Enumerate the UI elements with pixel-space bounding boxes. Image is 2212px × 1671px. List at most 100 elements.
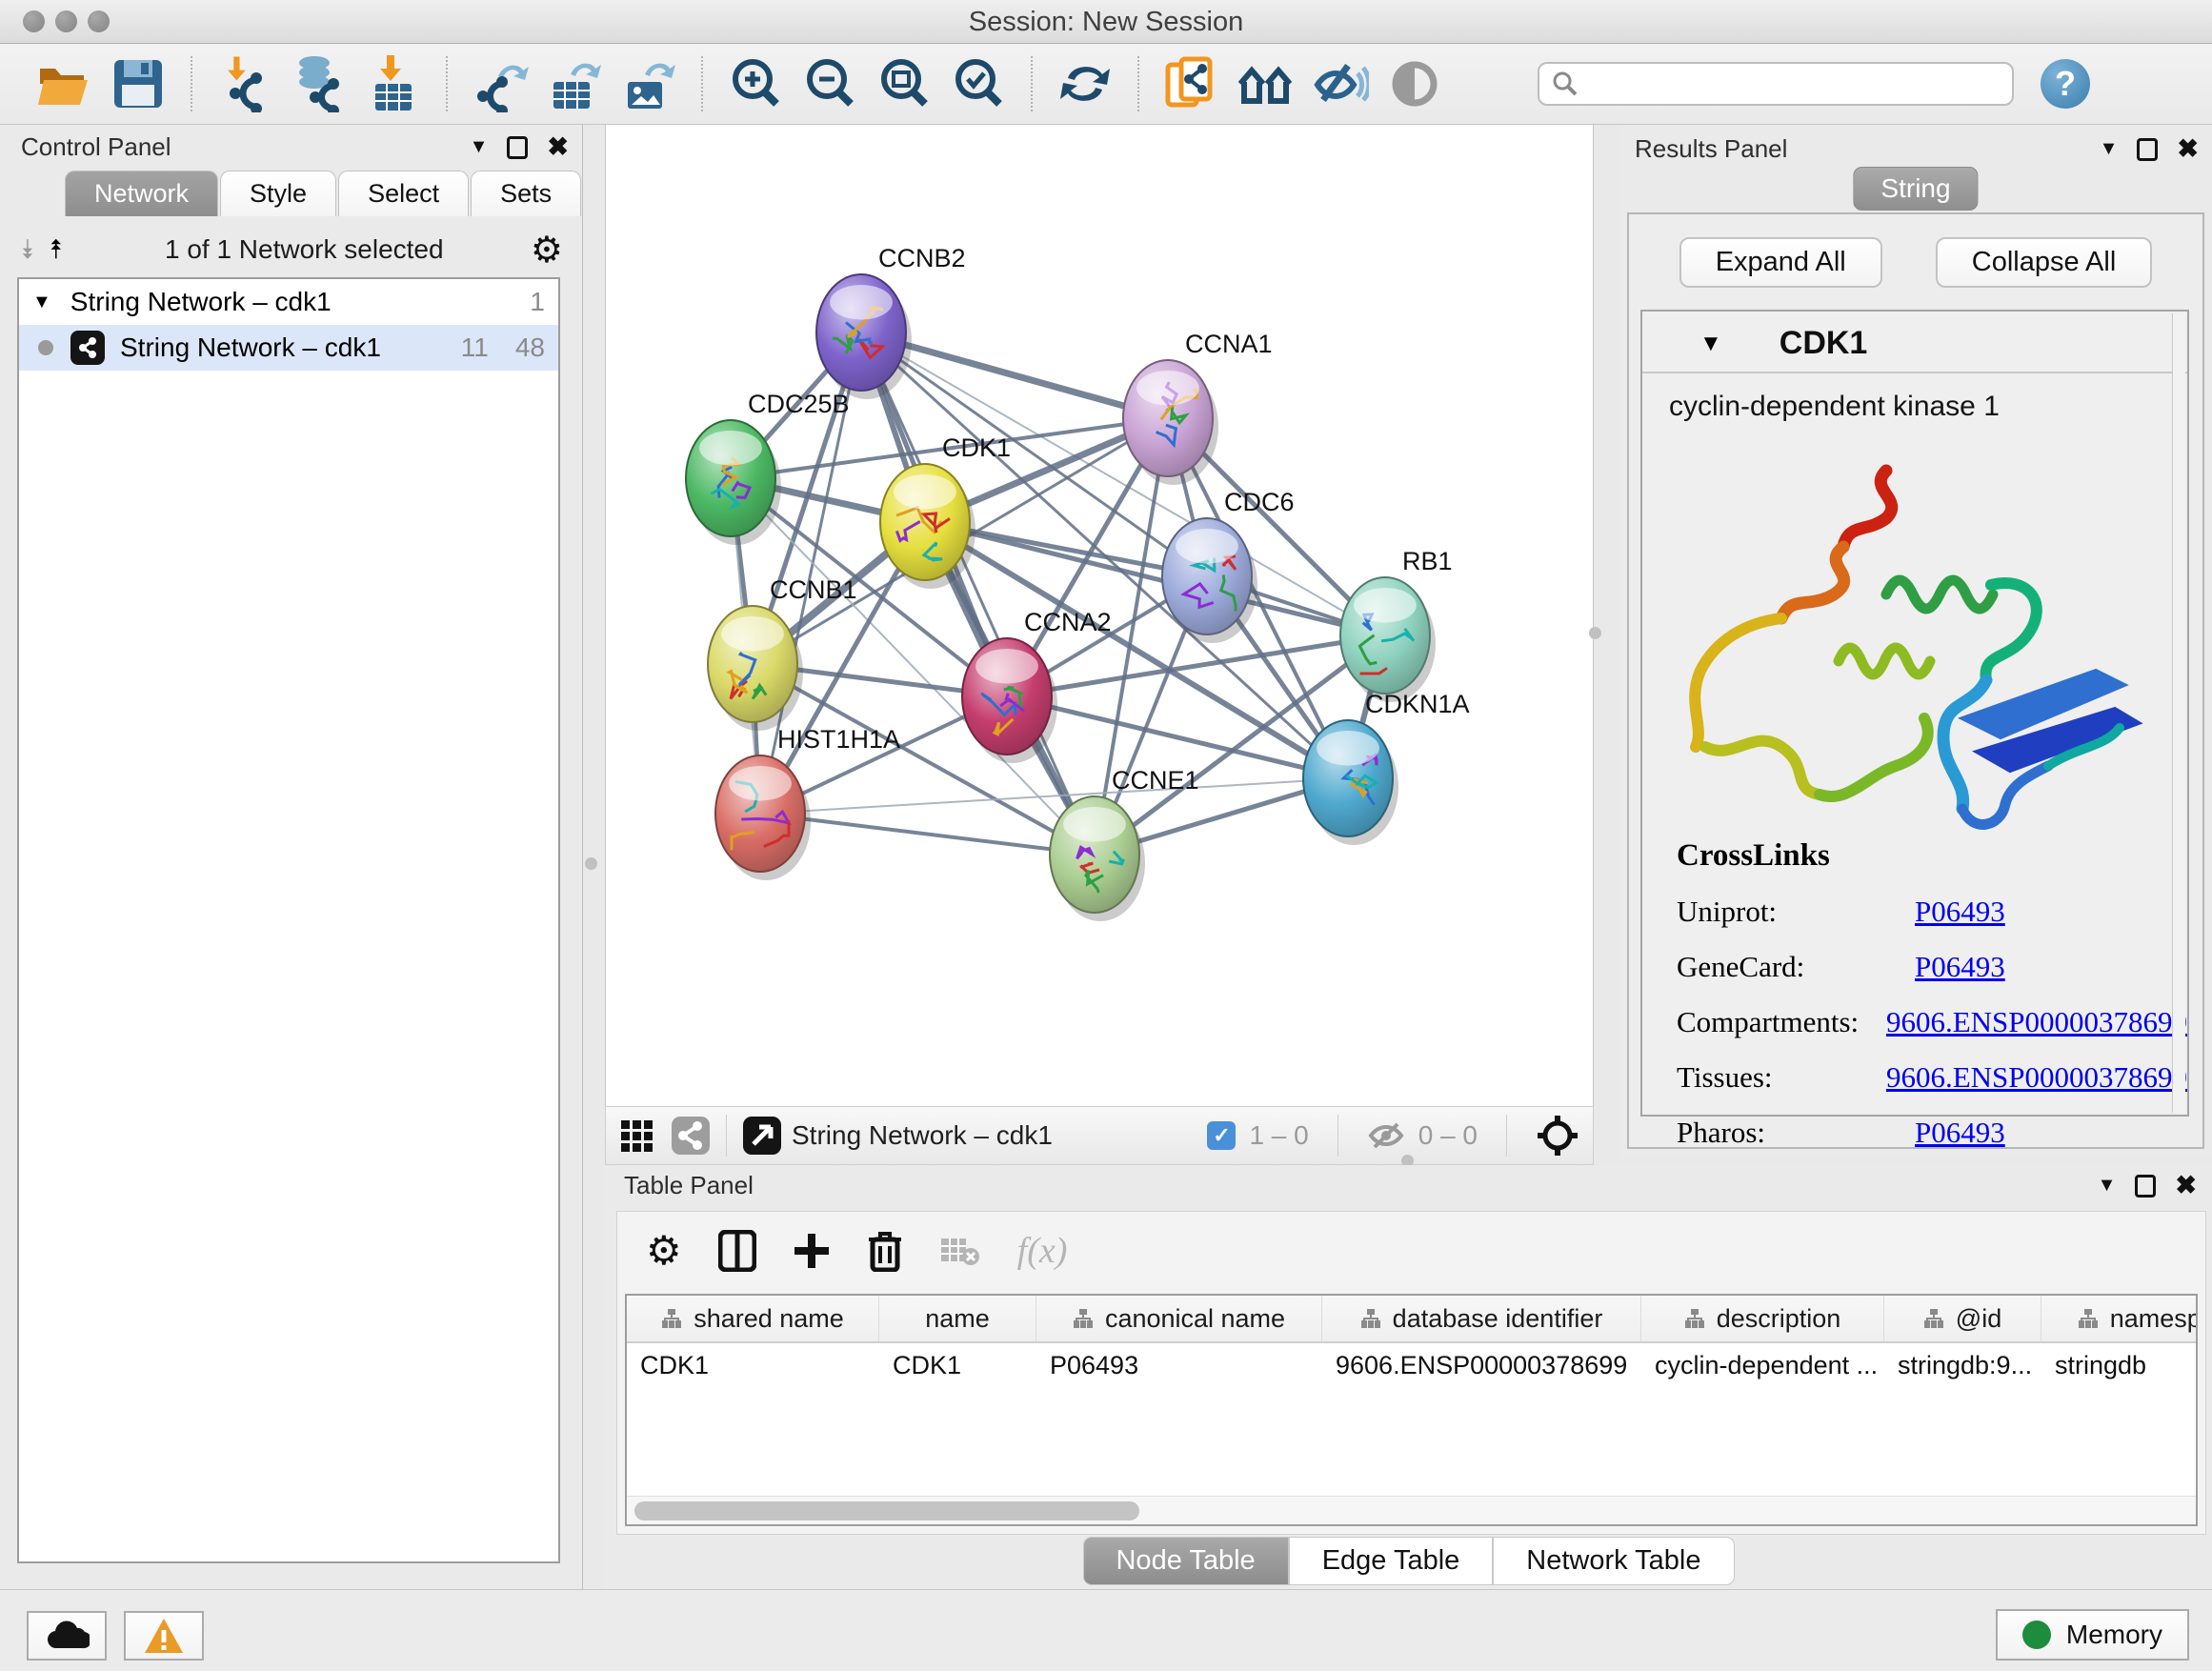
panel-menu-icon[interactable]: ▼ — [2100, 138, 2119, 160]
table-options-gear-icon[interactable]: ⚙ — [646, 1227, 682, 1274]
maximize-window-button[interactable] — [88, 10, 110, 32]
table-row[interactable]: CDK1CDK1P064939606.ENSP00000378699cyclin… — [627, 1343, 2196, 1387]
column-header[interactable]: namespace — [2041, 1296, 2198, 1341]
column-header[interactable]: @id — [1884, 1296, 2041, 1341]
cloud-status-button[interactable] — [27, 1611, 107, 1661]
network-node-cdc25b[interactable]: CDC25B — [686, 390, 850, 545]
export-image-icon[interactable] — [617, 54, 680, 113]
column-header[interactable]: canonical name — [1036, 1296, 1322, 1341]
help-icon[interactable]: ? — [2041, 59, 2090, 109]
import-table-from-file-icon[interactable] — [362, 54, 425, 113]
delete-column-icon[interactable] — [867, 1230, 903, 1272]
protein-card-header[interactable]: ▼ CDK1 — [1642, 312, 2187, 373]
tab-network-table[interactable]: Network Table — [1493, 1537, 1734, 1585]
show-hide-graphics-icon[interactable] — [1309, 54, 1372, 113]
level-of-detail-icon[interactable] — [1383, 54, 1446, 113]
crosslink-link[interactable]: P06493 — [1915, 895, 2005, 929]
collection-expand-icon[interactable]: ▼ — [32, 292, 51, 313]
right-splitter-handle[interactable] — [1589, 627, 1601, 639]
table-cell[interactable]: stringdb — [2041, 1351, 2198, 1380]
column-header[interactable]: name — [879, 1296, 1036, 1341]
open-session-icon[interactable] — [32, 54, 95, 113]
detach-view-icon[interactable] — [742, 1116, 782, 1156]
zoom-in-icon[interactable] — [724, 54, 787, 113]
crosslink-link[interactable]: 9606.ENSP00000378699 — [1886, 1060, 2187, 1095]
network-node-ccnb1[interactable]: CCNB1 — [708, 575, 857, 731]
table-cell[interactable]: CDK1 — [879, 1351, 1036, 1380]
network-node-ccna1[interactable]: CCNA1 — [1123, 330, 1273, 485]
import-network-from-database-icon[interactable] — [288, 54, 351, 113]
table-cell[interactable]: CDK1 — [627, 1351, 879, 1380]
crosslink-link[interactable]: P06493 — [1915, 1116, 2005, 1150]
float-panel-icon[interactable] — [2135, 1175, 2156, 1198]
tab-style[interactable]: Style — [220, 171, 336, 216]
save-session-icon[interactable] — [107, 54, 170, 113]
network-node-rb1[interactable]: RB1 — [1340, 547, 1453, 702]
float-panel-icon[interactable] — [2137, 138, 2158, 161]
import-network-from-file-icon[interactable] — [213, 54, 276, 113]
crosslink-link[interactable]: 9606.ENSP00000378699 — [1886, 1005, 2187, 1039]
float-panel-icon[interactable] — [507, 136, 528, 159]
network-selection-status: 1 of 1 Network selected — [78, 234, 531, 265]
warnings-button[interactable] — [124, 1611, 204, 1661]
refresh-icon[interactable] — [1054, 54, 1116, 113]
table-cell[interactable]: 9606.ENSP00000378699 — [1322, 1351, 1641, 1380]
zoom-out-icon[interactable] — [798, 54, 861, 113]
network-node-cdkn1a[interactable]: CDKN1A — [1303, 690, 1470, 845]
tab-select[interactable]: Select — [338, 171, 469, 216]
birds-eye-view-icon[interactable] — [1536, 1114, 1579, 1158]
collapse-protein-icon[interactable]: ▼ — [1699, 331, 1722, 357]
panel-menu-icon[interactable]: ▼ — [2098, 1175, 2117, 1197]
add-column-icon[interactable] — [793, 1232, 831, 1270]
collapse-all-icon[interactable]: ⯯ — [19, 234, 35, 266]
network-node-hist1h1a[interactable]: HIST1H1A — [715, 725, 900, 880]
scrollbar-thumb[interactable] — [634, 1501, 1139, 1520]
column-header[interactable]: description — [1641, 1296, 1884, 1341]
network-node-cdc6[interactable]: CDC6 — [1162, 488, 1295, 643]
string-network-graph[interactable]: CCNB2CCNA1CDC25BCDK1CDC6RB1CCNB1CCNA2CDK… — [606, 125, 1593, 1104]
network-row[interactable]: String Network – cdk1 11 48 — [19, 325, 558, 371]
horizontal-scrollbar[interactable] — [627, 1496, 2196, 1524]
close-panel-icon[interactable]: ✖ — [547, 132, 569, 162]
tab-edge-table[interactable]: Edge Table — [1289, 1537, 1494, 1585]
table-cell[interactable]: stringdb:9... — [1884, 1351, 2041, 1380]
crosslink-link[interactable]: P06493 — [1915, 950, 2005, 984]
selected-checkbox-icon[interactable]: ✓ — [1207, 1121, 1236, 1150]
close-panel-icon[interactable]: ✖ — [2177, 134, 2199, 164]
export-table-icon[interactable] — [543, 54, 606, 113]
first-neighbors-icon[interactable] — [1235, 54, 1297, 113]
network-view-title: String Network – cdk1 — [792, 1120, 1053, 1151]
network-edge[interactable] — [861, 332, 1095, 855]
tab-node-table[interactable]: Node Table — [1082, 1537, 1288, 1585]
network-node-ccnb2[interactable]: CCNB2 — [816, 244, 966, 399]
grid-view-icon[interactable] — [619, 1117, 657, 1155]
network-collection-row[interactable]: ▼ String Network – cdk1 1 — [19, 279, 558, 325]
network-canvas[interactable]: CCNB2CCNA1CDC25BCDK1CDC6RB1CCNB1CCNA2CDK… — [605, 125, 1594, 1106]
tab-string[interactable]: String — [1853, 167, 1978, 211]
close-window-button[interactable] — [23, 10, 45, 32]
minimize-window-button[interactable] — [55, 10, 77, 32]
network-node-ccne1[interactable]: CCNE1 — [1050, 766, 1199, 921]
clone-network-icon[interactable] — [1160, 54, 1223, 113]
panel-menu-icon[interactable]: ▼ — [470, 136, 489, 158]
expand-all-button[interactable]: Expand All — [1679, 237, 1882, 288]
expand-all-icon[interactable]: ⯭ — [49, 234, 65, 266]
column-header[interactable]: database identifier — [1322, 1296, 1641, 1341]
table-cell[interactable]: P06493 — [1036, 1351, 1322, 1380]
table-cell[interactable]: cyclin-dependent ... — [1641, 1351, 1884, 1380]
results-scrollbar[interactable] — [2172, 313, 2185, 1113]
show-columns-icon[interactable] — [718, 1230, 756, 1272]
close-panel-icon[interactable]: ✖ — [2175, 1171, 2197, 1200]
network-badge-icon[interactable] — [671, 1116, 711, 1156]
search-input[interactable] — [1579, 70, 1989, 99]
zoom-fit-icon[interactable] — [873, 54, 935, 113]
column-header[interactable]: shared name — [627, 1296, 879, 1341]
export-network-icon[interactable] — [469, 54, 532, 113]
collapse-all-button[interactable]: Collapse All — [1936, 237, 2153, 288]
tab-sets[interactable]: Sets — [471, 171, 581, 216]
memory-button[interactable]: Memory — [1996, 1609, 2189, 1661]
zoom-selected-icon[interactable] — [947, 54, 1010, 113]
network-options-gear-icon[interactable]: ⚙ — [531, 229, 563, 272]
tab-network[interactable]: Network — [65, 171, 218, 216]
left-splitter-handle[interactable] — [585, 857, 597, 870]
